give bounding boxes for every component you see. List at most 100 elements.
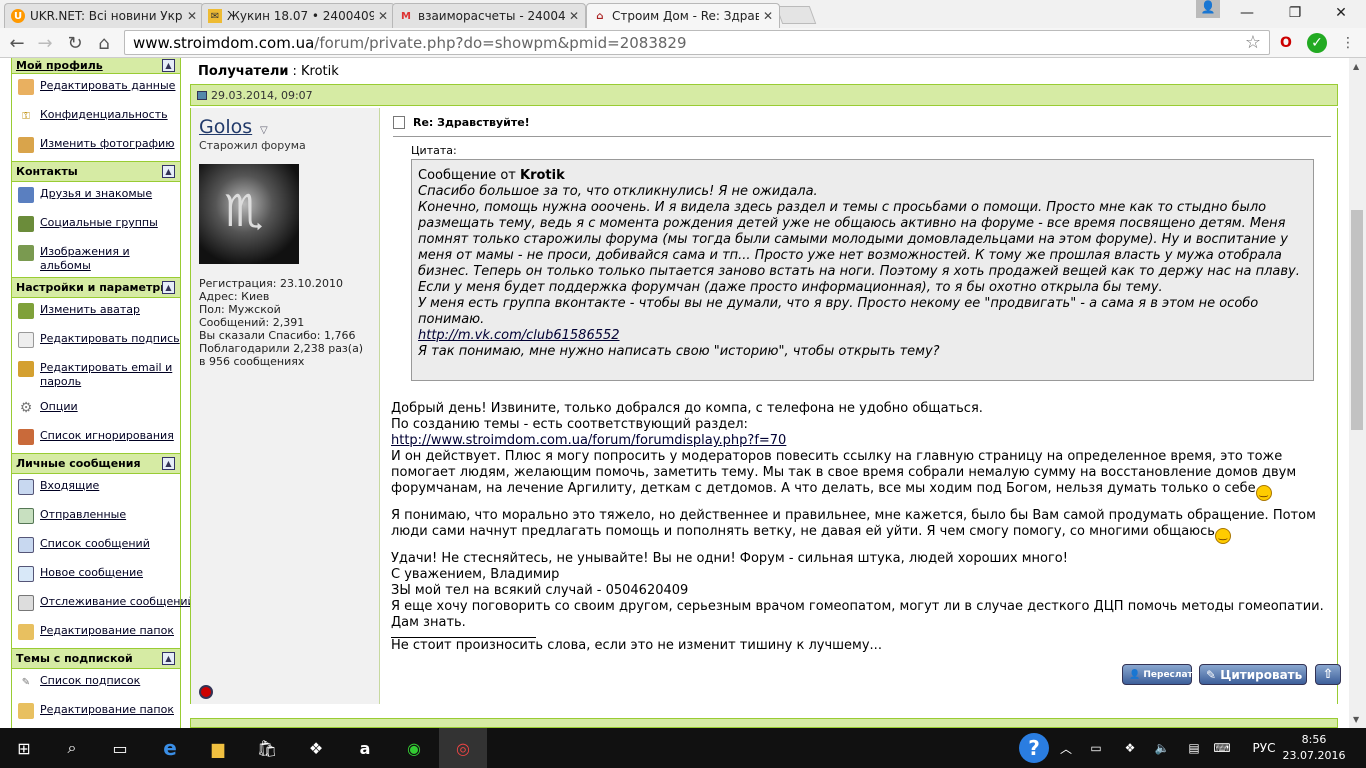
photo-icon: [18, 137, 34, 153]
scroll-up-icon[interactable]: ▲: [1353, 62, 1359, 71]
inbox-icon: [18, 479, 34, 495]
avatar-icon: [18, 303, 34, 319]
sidebar-section-subscriptions: Темы с подпиской ▲: [12, 648, 180, 669]
user-menu-arrow-icon[interactable]: ▽: [260, 125, 268, 136]
offline-status-icon: [199, 685, 213, 699]
sidebar-item[interactable]: Изменить аватар: [12, 298, 180, 327]
message-date-bar: 29.03.2014, 09:07: [190, 84, 1338, 106]
home-icon[interactable]: ⌂: [93, 32, 115, 54]
recipients-row: Получатели: Krotik: [198, 63, 339, 79]
address-bar[interactable]: www.stroimdom.com.ua/forum/private.php?d…: [124, 30, 1270, 55]
power-icon[interactable]: ▭: [1086, 728, 1106, 768]
forward-icon[interactable]: →: [34, 32, 56, 54]
sidebar-item[interactable]: Отправленные: [12, 503, 180, 532]
sidebar-item[interactable]: ⚙ Опции: [12, 395, 180, 424]
task-view-icon[interactable]: ▭: [96, 728, 144, 768]
language-indicator[interactable]: РУС: [1250, 728, 1278, 768]
edge-icon[interactable]: e: [146, 728, 194, 768]
sidebar-item[interactable]: Редактировать подпись: [12, 327, 180, 356]
collapse-icon[interactable]: ▲: [162, 457, 175, 470]
help-icon[interactable]: ?: [1018, 728, 1050, 768]
chrome-icon[interactable]: ◎: [439, 728, 487, 768]
opera-extension-icon[interactable]: O: [1276, 33, 1296, 53]
clock[interactable]: 8:56 23.07.2016: [1282, 732, 1346, 764]
sidebar-item[interactable]: Список сообщений: [12, 532, 180, 561]
close-tab-icon[interactable]: ✕: [378, 9, 388, 23]
sidebar-item[interactable]: Изменить фотографию: [12, 132, 180, 161]
sidebar-item[interactable]: ✎ Список подписок: [12, 669, 180, 698]
close-tab-icon[interactable]: ✕: [187, 9, 197, 23]
minimize-button[interactable]: —: [1224, 0, 1270, 26]
tracking-icon: [18, 595, 34, 611]
close-tab-icon[interactable]: ✕: [569, 9, 579, 23]
house-icon: ⌂: [596, 10, 604, 22]
quote-button[interactable]: ✎ Цитировать: [1199, 664, 1307, 685]
edit-profile-icon: [18, 79, 34, 95]
new-tab-button[interactable]: [775, 6, 817, 24]
sidebar-item[interactable]: Список игнорирования: [12, 424, 180, 453]
tab-mail[interactable]: ✉ Жукин 18.07 • 2400409@ ✕: [201, 3, 395, 28]
sidebar-item[interactable]: Редактирование папок: [12, 698, 180, 727]
sidebar-item[interactable]: Редактирование папок: [12, 619, 180, 648]
sidebar-item[interactable]: Входящие: [12, 474, 180, 503]
bookmark-star-icon[interactable]: ☆: [1245, 32, 1261, 53]
restore-button[interactable]: ❐: [1272, 0, 1318, 26]
browser-tab-bar: U UKR.NET: Всі новини Укр ✕ ✉ Жукин 18.0…: [0, 0, 1366, 28]
page-content: Мой профиль ▲ Редактировать данные ⚿ Конф…: [0, 58, 1366, 728]
tab-gmail[interactable]: M взаиморасчеты - 240040 ✕: [392, 3, 586, 28]
back-icon[interactable]: ←: [6, 32, 28, 54]
user-profile-icon[interactable]: 👤: [1196, 0, 1220, 18]
close-tab-icon[interactable]: ✕: [763, 9, 773, 23]
scroll-down-icon[interactable]: ▼: [1353, 715, 1359, 724]
dropbox-tray-icon[interactable]: ❖: [1120, 728, 1140, 768]
message-text: Добрый день! Извините, только добрался д…: [391, 401, 1331, 654]
amazon-icon[interactable]: a: [341, 728, 389, 768]
tab-stroimdom[interactable]: ⌂ Строим Дом - Re: Здравс ✕: [586, 3, 780, 28]
search-icon[interactable]: ⌕: [48, 728, 96, 768]
collapse-icon[interactable]: ▲: [162, 652, 175, 665]
sidebar-item[interactable]: Изображения и альбомы: [12, 240, 180, 277]
album-icon: [18, 245, 34, 261]
scroll-top-button[interactable]: ⇧: [1315, 664, 1341, 685]
close-window-button[interactable]: ✕: [1318, 0, 1364, 26]
forum-link[interactable]: http://www.stroimdom.com.ua/forum/forumd…: [391, 433, 786, 448]
gear-icon: ⚙: [19, 400, 33, 416]
store-icon[interactable]: 🛍: [243, 728, 291, 768]
tab-ukrnet[interactable]: U UKR.NET: Всі новини Укр ✕: [4, 3, 204, 28]
sidebar-item[interactable]: ⚿ Конфиденциальность: [12, 103, 180, 132]
dropbox-icon[interactable]: ❖: [292, 728, 340, 768]
keyboard-icon[interactable]: ⌨: [1212, 728, 1232, 768]
notifications-icon[interactable]: ▤: [1184, 728, 1204, 768]
sidebar-item[interactable]: Социальные группы: [12, 211, 180, 240]
reload-icon[interactable]: ↻: [64, 32, 86, 54]
sidebar-item[interactable]: Редактировать данные: [12, 74, 180, 103]
windows-start-icon[interactable]: ⊞: [0, 728, 48, 768]
tray-expand-icon[interactable]: ︿: [1056, 728, 1076, 768]
file-explorer-icon[interactable]: ▆: [194, 728, 242, 768]
gmail-icon: M: [401, 10, 411, 22]
ignore-icon: [18, 429, 34, 445]
forward-button[interactable]: 👤 Переслать: [1122, 664, 1198, 685]
menu-icon[interactable]: ⋮: [1338, 33, 1358, 53]
collapse-icon[interactable]: ▲: [162, 59, 175, 72]
sidebar-item[interactable]: Отслеживание сообщений: [12, 590, 195, 619]
quote-icon: ✎: [1206, 667, 1217, 682]
user-info-pane: Golos ▽ Старожил форума ♏ Регистрация: 2…: [191, 108, 380, 704]
collapse-icon[interactable]: ▲: [162, 281, 175, 294]
sidebar-section-contacts: Контакты ▲: [12, 161, 180, 182]
volume-icon[interactable]: 🔈: [1152, 728, 1172, 768]
ukrnet-icon: U: [11, 9, 25, 23]
tripadvisor-icon[interactable]: ◉: [390, 728, 438, 768]
collapse-icon[interactable]: ▲: [162, 165, 175, 178]
sidebar-item[interactable]: Редактировать email и пароль: [12, 356, 180, 395]
sidebar-item[interactable]: Новое сообщение: [12, 561, 180, 590]
username-link[interactable]: Golos: [199, 116, 252, 138]
browser-toolbar: ← → ↻ ⌂ www.stroimdom.com.ua/forum/priva…: [0, 28, 1366, 58]
quote-block: Сообщение от Krotik Спасибо большое за т…: [411, 159, 1314, 381]
sidebar-item[interactable]: Друзья и знакомые: [12, 182, 180, 211]
user-title: Старожил форума: [199, 139, 306, 152]
check-extension-icon[interactable]: ✓: [1307, 33, 1327, 53]
vertical-scrollbar[interactable]: ▲ ▼: [1349, 58, 1366, 728]
scrollbar-thumb[interactable]: [1351, 210, 1363, 430]
vk-link[interactable]: http://m.vk.com/club61586552: [418, 328, 620, 343]
